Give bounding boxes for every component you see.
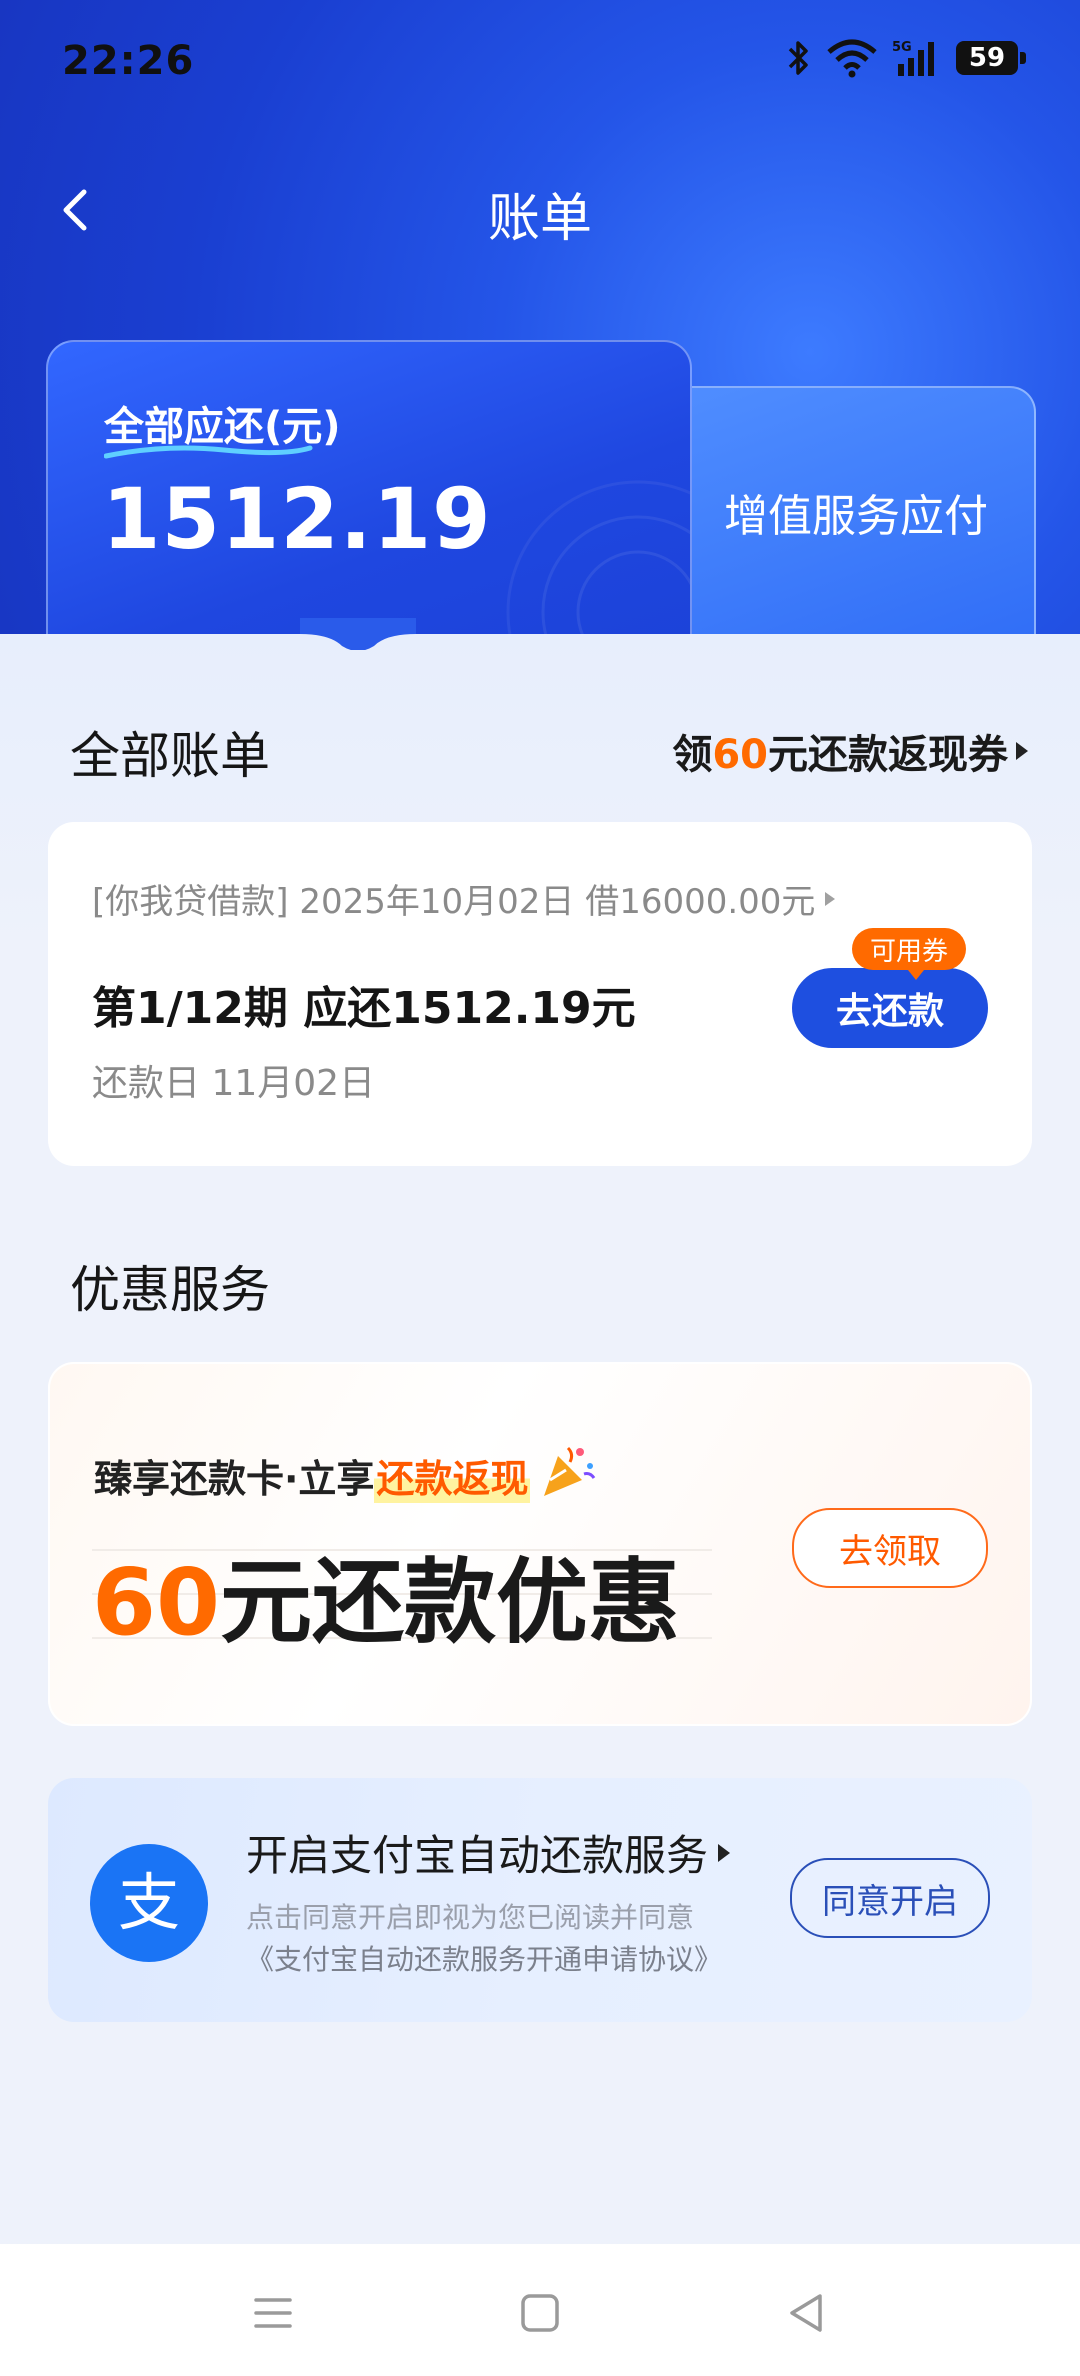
- menu-icon[interactable]: [248, 2288, 298, 2338]
- battery-icon: 59: [956, 41, 1026, 75]
- arrow-right-icon: [718, 1843, 731, 1862]
- installment-amount: 第1/12期 应还1512.19元: [92, 983, 636, 1034]
- alipay-autopay-link[interactable]: 开启支付宝自动还款服务: [246, 1822, 731, 1883]
- status-icons: 5G 59: [786, 38, 1026, 78]
- bluetooth-icon: [786, 38, 812, 78]
- status-time: 22:26: [62, 38, 195, 84]
- wifi-icon: [826, 38, 878, 78]
- arrow-right-icon: [1016, 742, 1028, 760]
- repayment-offer-card[interactable]: 臻享还款卡·立享 还款返现 60元还款优惠 去领取: [48, 1362, 1032, 1726]
- offer-amount-number: 60: [92, 1549, 221, 1656]
- home-icon[interactable]: [515, 2288, 565, 2338]
- total-due-card: 全部应还(元) 1512.19: [46, 340, 692, 662]
- offer-amount-suffix: 元还款优惠: [220, 1549, 681, 1656]
- alipay-autopay-card[interactable]: 支 开启支付宝自动还款服务 点击同意开启即视为您已阅读并同意 《支付宝自动还款服…: [48, 1778, 1032, 2022]
- agree-enable-button[interactable]: 同意开启: [790, 1858, 990, 1938]
- offer-amount: 60元还款优惠: [92, 1528, 680, 1661]
- system-navigation-bar: [0, 2244, 1080, 2376]
- svg-text:支: 支: [118, 1866, 180, 1939]
- offer-subtitle-prefix: 臻享还款卡·立享: [94, 1457, 375, 1501]
- all-bills-title: 全部账单: [70, 727, 270, 785]
- coupon-available-badge: 可用券: [852, 928, 967, 980]
- value-added-service-tab[interactable]: 增值服务应付: [690, 386, 1036, 662]
- page-title: 账单: [487, 189, 592, 249]
- party-popper-icon: [536, 1440, 598, 1511]
- alipay-autopay-title: 开启支付宝自动还款服务: [246, 1831, 709, 1880]
- loan-info-text: [你我贷借款] 2025年10月02日 借16000.00元: [92, 882, 816, 922]
- consent-note: 点击同意开启即视为您已阅读并同意: [246, 1901, 695, 1934]
- repay-button[interactable]: 去还款: [792, 968, 988, 1048]
- bill-card[interactable]: [你我贷借款] 2025年10月02日 借16000.00元 第1/12期 应还…: [48, 822, 1032, 1166]
- svg-text:5G: 5G: [892, 40, 912, 55]
- cashback-coupon-link[interactable]: 领60元还款返现券: [672, 722, 1028, 780]
- due-date: 还款日 11月02日: [92, 1063, 376, 1104]
- back-triangle-icon[interactable]: [782, 2288, 832, 2338]
- label-underline-decoration: [104, 445, 313, 459]
- loan-info-link[interactable]: [你我贷借款] 2025年10月02日 借16000.00元: [92, 874, 836, 923]
- card-pointer-notch: [300, 618, 416, 650]
- offers-title: 优惠服务: [70, 1261, 270, 1319]
- offer-subtitle-highlight: 还款返现: [374, 1448, 531, 1503]
- total-due-amount: 1512.19: [102, 470, 492, 568]
- claim-button[interactable]: 去领取: [792, 1508, 988, 1588]
- alipay-logo-icon: 支: [90, 1844, 208, 1962]
- arrow-right-icon: [825, 891, 836, 906]
- agreement-link[interactable]: 《支付宝自动还款服务开通申请协议》: [246, 1938, 722, 1978]
- promo-suffix: 元还款返现券: [768, 732, 1008, 778]
- decorative-circles: [506, 480, 690, 662]
- promo-amount: 60: [712, 732, 768, 778]
- signal-5g-icon: 5G: [892, 38, 942, 78]
- status-bar: 22:26 5G 59: [0, 0, 1080, 120]
- value-added-service-label: 增值服务应付: [724, 491, 988, 542]
- promo-prefix: 领: [672, 732, 713, 778]
- offer-subtitle: 臻享还款卡·立享 还款返现: [94, 1440, 598, 1511]
